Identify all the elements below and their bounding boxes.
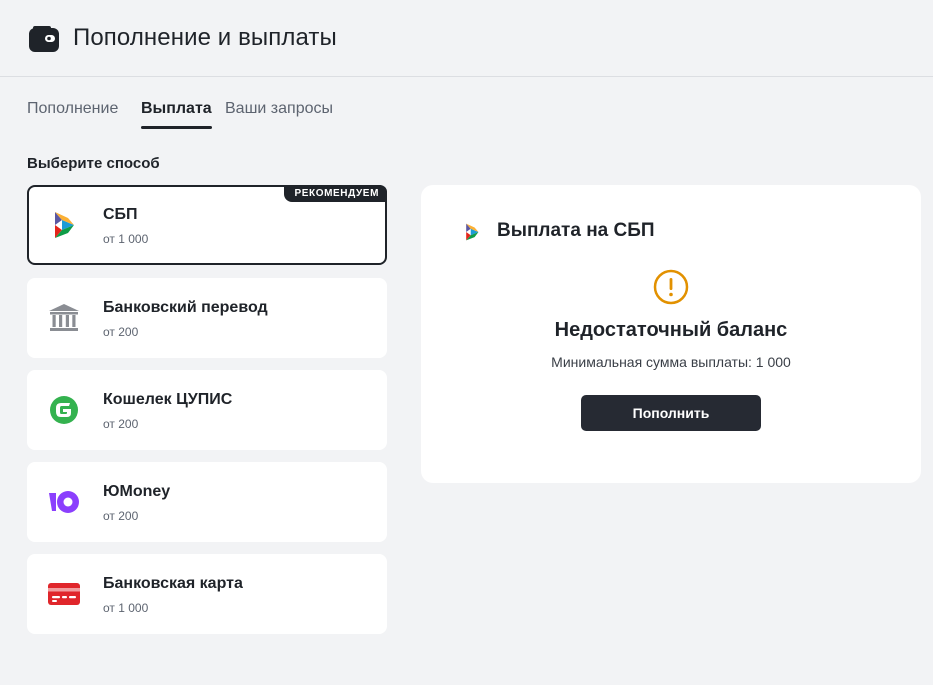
method-yoomoney[interactable]: ЮMoney от 200 bbox=[27, 462, 387, 542]
method-cupis-wallet[interactable]: Кошелек ЦУПИС от 200 bbox=[27, 370, 387, 450]
top-up-button[interactable]: Пополнить bbox=[581, 395, 761, 431]
method-min-amount: от 200 bbox=[103, 325, 139, 339]
method-bank-transfer[interactable]: Банковский перевод от 200 bbox=[27, 278, 387, 358]
tab-withdrawal[interactable]: Выплата bbox=[141, 100, 212, 129]
method-sbp[interactable]: РЕКОМЕНДУЕМ СБП от 1 000 bbox=[27, 185, 387, 265]
bank-icon bbox=[49, 304, 79, 331]
method-min-amount: от 1 000 bbox=[103, 601, 149, 615]
sbp-icon bbox=[55, 212, 74, 238]
warning-title: Недостаточный баланс bbox=[554, 319, 788, 341]
methods-heading: Выберите способ bbox=[27, 155, 160, 172]
method-name: ЮMoney bbox=[103, 483, 171, 500]
method-name: Кошелек ЦУПИС bbox=[103, 391, 233, 408]
method-bank-card[interactable]: Банковская карта от 1 000 bbox=[27, 554, 387, 634]
method-min-amount: от 1 000 bbox=[103, 232, 149, 246]
cupis-icon bbox=[50, 396, 78, 424]
tab-deposit[interactable]: Пополнение bbox=[27, 100, 118, 118]
yoomoney-icon bbox=[49, 491, 79, 513]
bank-card-icon bbox=[48, 583, 80, 605]
sbp-icon bbox=[466, 223, 479, 241]
panel-title: Выплата на СБП bbox=[497, 220, 655, 241]
warning-icon bbox=[653, 269, 689, 305]
wallet-icon bbox=[29, 26, 59, 52]
method-name: Банковская карта bbox=[103, 575, 243, 592]
method-name: Банковский перевод bbox=[103, 299, 268, 316]
tab-your-requests[interactable]: Ваши запросы bbox=[225, 100, 333, 118]
page-title: Пополнение и выплаты bbox=[73, 24, 337, 51]
warning-text: Минимальная сумма выплаты: 1 000 bbox=[551, 354, 791, 370]
page-header: Пополнение и выплаты bbox=[0, 0, 933, 77]
method-min-amount: от 200 bbox=[103, 509, 139, 523]
recommended-badge: РЕКОМЕНДУЕМ bbox=[284, 185, 387, 202]
method-min-amount: от 200 bbox=[103, 417, 139, 431]
method-name: СБП bbox=[103, 206, 138, 223]
withdrawal-panel: Выплата на СБП Недостаточный баланс Мини… bbox=[421, 185, 921, 483]
